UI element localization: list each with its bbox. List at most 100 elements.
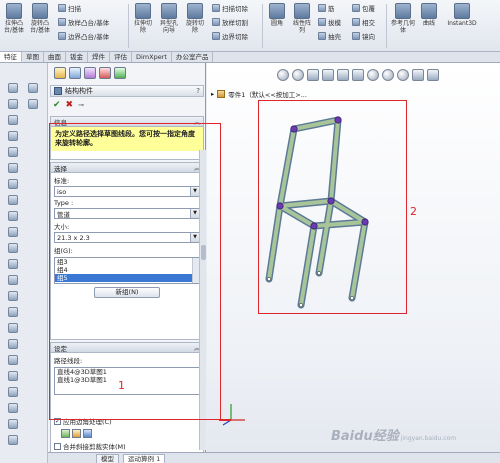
watermark: Baidu经验 jingyan.baidu.com	[331, 429, 457, 444]
help-icon[interactable]: ?	[196, 87, 200, 95]
tab-motion-study[interactable]: 运动算例 1	[123, 454, 166, 463]
rib-button[interactable]: 筋	[318, 3, 335, 13]
tab-features[interactable]: 特征	[0, 52, 22, 62]
annotation-label-1: 1	[118, 379, 125, 392]
extrude-icon[interactable]	[8, 163, 18, 173]
convert-entities-icon[interactable]	[8, 435, 18, 445]
rectangle-icon[interactable]	[8, 275, 18, 285]
dimxpert-manager-tab-icon[interactable]	[99, 67, 111, 79]
mirror-entities-icon[interactable]	[8, 387, 18, 397]
wrap-button[interactable]: 包覆	[352, 3, 375, 13]
3d-sketch-icon[interactable]	[8, 243, 18, 253]
draft-icon	[318, 18, 326, 26]
gusset-icon[interactable]	[8, 99, 18, 109]
shell-icon	[318, 32, 326, 40]
point-icon[interactable]	[8, 339, 18, 349]
annotation-box-2	[258, 100, 407, 314]
corner-treatment-options	[51, 428, 203, 439]
loft-button[interactable]: 放样凸台/基体	[58, 17, 109, 27]
relation-icon[interactable]	[8, 371, 18, 381]
tab-dimxpert[interactable]: DimXpert	[132, 52, 172, 62]
instant3d-button[interactable]: Instant3D	[442, 3, 482, 27]
line-icon[interactable]	[8, 259, 18, 269]
intersect-icon	[352, 18, 360, 26]
tab-surfaces[interactable]: 曲面	[44, 52, 66, 62]
pm-title: 结构构件	[65, 87, 93, 95]
checkbox-unchecked-icon[interactable]	[54, 442, 61, 450]
circle-icon[interactable]	[8, 291, 18, 301]
reference-plane-icon[interactable]	[8, 227, 18, 237]
lofted-cut-button[interactable]: 放样切割	[212, 17, 248, 27]
tab-sheet-metal[interactable]: 钣金	[66, 52, 88, 62]
end-butt2-icon[interactable]	[83, 429, 92, 438]
end-cap-icon[interactable]	[8, 115, 18, 125]
property-manager-tab-icon[interactable]	[69, 67, 81, 79]
hole-icon[interactable]	[8, 195, 18, 205]
arc-icon[interactable]	[8, 307, 18, 317]
draft-button[interactable]: 拔模	[318, 17, 341, 27]
curves-button[interactable]: 曲线	[418, 3, 440, 27]
extrude-cut-icon	[135, 3, 151, 19]
boundary-cut-button[interactable]: 边界切除	[212, 31, 248, 41]
revolved-cut-button[interactable]: 旋转切除	[184, 3, 206, 34]
revolve-boss-button[interactable]: 旋转凸台/基体	[29, 3, 51, 34]
revolve-boss-icon	[32, 3, 48, 19]
mirror-button[interactable]: 镜向	[352, 31, 375, 41]
tab-model[interactable]: 模型	[96, 454, 119, 463]
tab-evaluate[interactable]: 评估	[110, 52, 132, 62]
command-manager-tabs: 特征 草图 曲面 钣金 焊件 评估 DimXpert 办公室产品	[0, 52, 500, 63]
ribbon-divider	[128, 4, 129, 48]
bottom-tabs: 模型 运动算例 1	[48, 452, 500, 463]
trim-extend-icon[interactable]	[8, 147, 18, 157]
boundary-boss-button[interactable]: 边界凸台/基体	[58, 31, 109, 41]
cut-icon[interactable]	[8, 179, 18, 189]
display-manager-tab-icon[interactable]	[114, 67, 126, 79]
merge-miter-checkbox[interactable]: 合并斜接剪裁实体(M)	[51, 439, 203, 453]
manager-tabs	[48, 63, 205, 83]
linear-pattern-icon	[294, 3, 310, 19]
chamfer-icon[interactable]	[8, 211, 18, 221]
tab-office-products[interactable]: 办公室产品	[172, 52, 214, 62]
fillet-bead-icon[interactable]	[8, 131, 18, 141]
swept-cut-button[interactable]: 扫描切除	[212, 3, 248, 13]
fillet-button[interactable]: 圆角	[266, 3, 288, 27]
sweep-button[interactable]: 扫描	[58, 3, 81, 13]
swept-cut-icon	[212, 4, 220, 12]
view-icon[interactable]	[28, 99, 38, 109]
end-butt1-icon[interactable]	[72, 429, 81, 438]
reference-geometry-icon	[395, 3, 411, 19]
configuration-manager-tab-icon[interactable]	[84, 67, 96, 79]
rib-icon	[318, 4, 326, 12]
sweep-icon	[58, 4, 66, 12]
instant3d-icon	[454, 3, 470, 19]
spline-icon[interactable]	[8, 323, 18, 333]
hole-wizard-icon	[161, 3, 177, 19]
hole-wizard-button[interactable]: 异型孔向导	[158, 3, 180, 34]
revolved-cut-icon	[187, 3, 203, 19]
tab-weldments[interactable]: 焊件	[88, 52, 110, 62]
pin-icon[interactable]: ⊸	[78, 101, 84, 109]
tab-sketch[interactable]: 草图	[22, 52, 44, 62]
feature-manager-tab-icon[interactable]	[54, 67, 66, 79]
boundary-cut-icon	[212, 32, 220, 40]
annotation-leader-1	[219, 419, 231, 421]
extrude-cut-button[interactable]: 拉伸切除	[132, 3, 154, 34]
cancel-button[interactable]: ✖	[66, 100, 74, 110]
display-icon[interactable]	[28, 83, 38, 93]
reference-geometry-button[interactable]: 参考几何体	[390, 3, 416, 34]
extrude-boss-button[interactable]: 拉伸凸台/基体	[3, 3, 25, 34]
trim-icon[interactable]	[8, 419, 18, 429]
end-miter-icon[interactable]	[61, 429, 70, 438]
ribbon-divider	[262, 4, 263, 48]
boundary-boss-icon	[58, 32, 66, 40]
dimension-icon[interactable]	[8, 355, 18, 365]
annotation-box-1	[49, 123, 221, 420]
offset-icon[interactable]	[8, 403, 18, 413]
ok-button[interactable]: ✔	[53, 100, 61, 110]
curves-icon	[421, 3, 437, 19]
mirror-icon	[352, 32, 360, 40]
shell-button[interactable]: 抽壳	[318, 31, 341, 41]
linear-pattern-button[interactable]: 线性阵列	[291, 3, 313, 34]
intersect-button[interactable]: 相交	[352, 17, 375, 27]
structural-member-icon[interactable]	[8, 83, 18, 93]
